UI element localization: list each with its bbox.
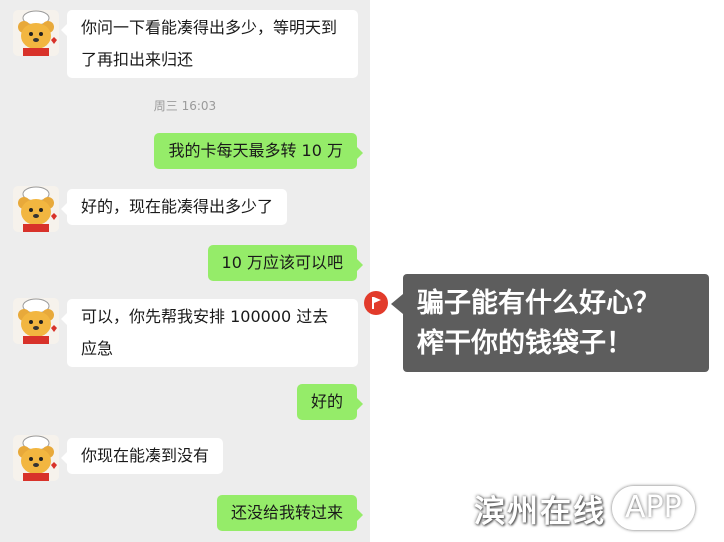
watermark-app-badge: APP xyxy=(612,486,695,530)
message-text: 你问一下看能凑得出多少，等明天到了再扣出来归还 xyxy=(81,18,338,69)
annotation-line-2: 榨干你的钱袋子！ xyxy=(417,328,633,359)
timestamp: 周三 16:03 xyxy=(153,99,217,113)
watermark: 滨州在线 APP xyxy=(474,484,695,532)
annotation-callout: 骗子能有什么好心？ 榨干你的钱袋子！ xyxy=(391,274,709,372)
contact-avatar[interactable] xyxy=(13,10,59,56)
contact-avatar[interactable] xyxy=(13,298,59,344)
annotation-line-1: 骗子能有什么好心？ xyxy=(417,288,660,319)
outgoing-message[interactable]: 我的卡每天最多转 10 万 xyxy=(154,133,363,169)
incoming-message[interactable]: 可以，你先帮我安排 100000 过去应急 xyxy=(61,299,358,367)
incoming-message[interactable]: 好的，现在能凑得出多少了 xyxy=(60,189,288,225)
message-text: 还没给我转过来 xyxy=(230,503,343,522)
outgoing-message[interactable]: 还没给我转过来 xyxy=(216,495,364,531)
flag-icon xyxy=(364,291,388,315)
message-text: 好的，现在能凑得出多少了 xyxy=(81,197,274,216)
watermark-name: 滨州在线 xyxy=(474,493,606,530)
message-text: 10 万应该可以吧 xyxy=(221,253,343,272)
contact-avatar[interactable] xyxy=(13,435,59,481)
message-text: 好的 xyxy=(310,392,343,411)
outgoing-message[interactable]: 好的 xyxy=(296,384,364,420)
contact-avatar[interactable] xyxy=(13,186,59,232)
chat-panel: 你问一下看能凑得出多少，等明天到了再扣出来归还 周三 16:03 我的卡每天最多… xyxy=(0,0,370,542)
message-text: 你现在能凑到没有 xyxy=(81,446,210,465)
message-text: 可以，你先帮我安排 100000 过去应急 xyxy=(81,307,329,358)
message-text: 我的卡每天最多转 10 万 xyxy=(168,141,343,160)
incoming-message[interactable]: 你问一下看能凑得出多少，等明天到了再扣出来归还 xyxy=(61,10,358,78)
outgoing-message[interactable]: 10 万应该可以吧 xyxy=(207,245,364,281)
incoming-message[interactable]: 你现在能凑到没有 xyxy=(60,438,224,474)
